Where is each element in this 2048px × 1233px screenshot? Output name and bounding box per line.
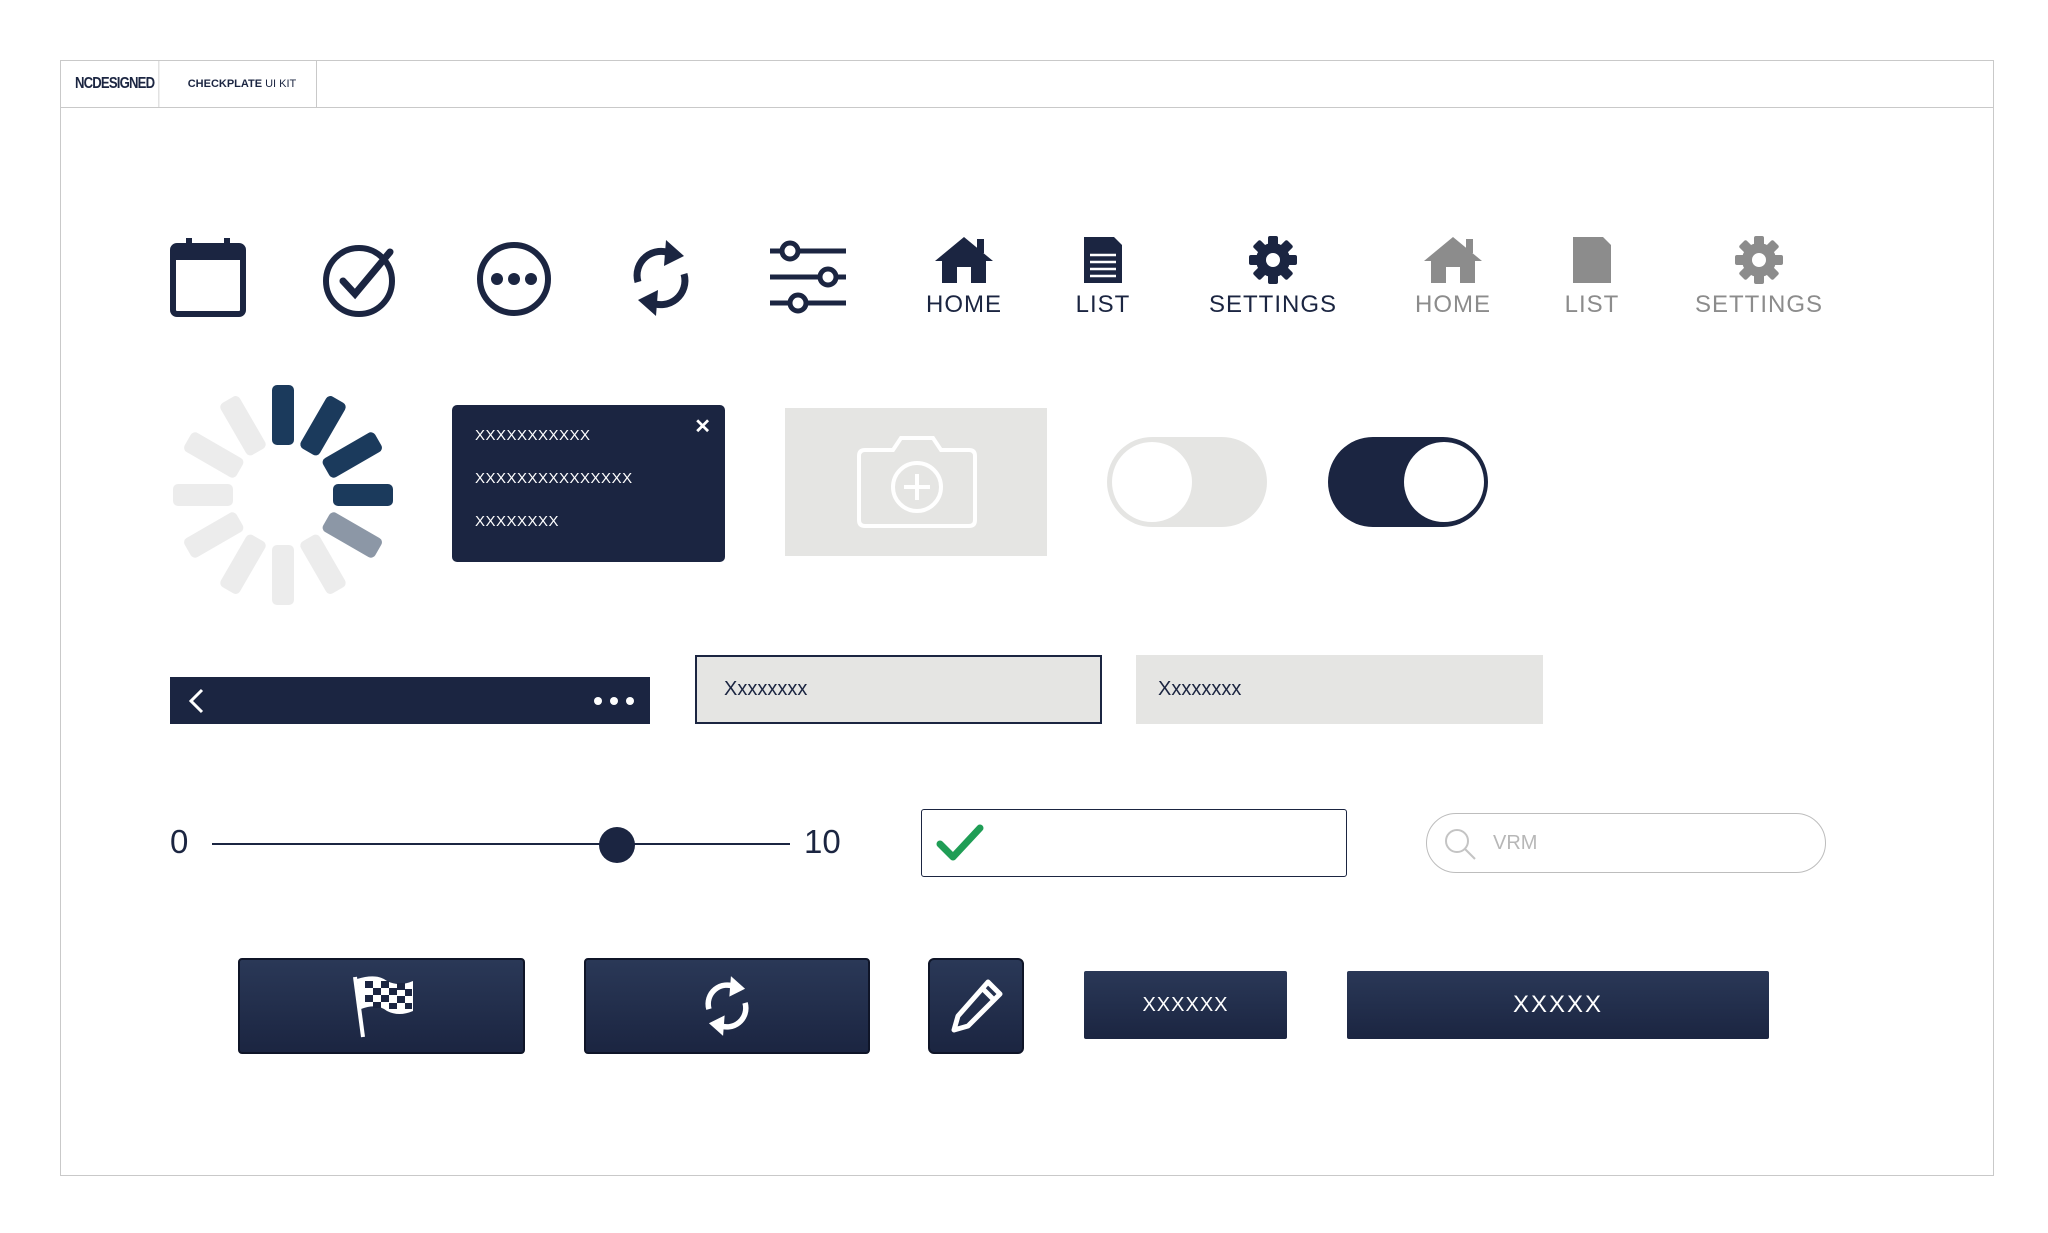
checkmark-icon <box>936 824 984 861</box>
checkered-flag-icon <box>352 976 413 1038</box>
gear-icon[interactable] <box>1734 235 1784 285</box>
nav-home-inactive-label[interactable]: HOME <box>1383 291 1523 319</box>
home-icon[interactable] <box>933 235 995 285</box>
popup-item[interactable]: XXXXXXXX <box>475 513 559 530</box>
pencil-icon <box>951 979 1003 1033</box>
home-icon[interactable] <box>1422 235 1484 285</box>
search-placeholder: VRM <box>1493 831 1538 854</box>
edit-button[interactable] <box>928 958 1024 1054</box>
input-value: Xxxxxxxx <box>724 678 808 700</box>
nav-list-inactive-label[interactable]: LIST <box>1522 291 1662 319</box>
nav-list-label[interactable]: LIST <box>1033 291 1173 319</box>
sliders-icon[interactable] <box>768 238 848 316</box>
calendar-icon[interactable] <box>170 236 246 318</box>
toggle-knob <box>1112 442 1192 522</box>
kit-title: CHECKPLATE UI KIT <box>168 61 317 107</box>
finish-button[interactable] <box>238 958 525 1054</box>
text-input-filled[interactable]: Xxxxxxxx <box>1136 655 1543 724</box>
app-toolbar <box>170 677 650 724</box>
popup-menu: XXXXXXXXXXX XXXXXXXXXXXXXXX XXXXXXXX ✕ <box>452 405 725 562</box>
refresh-icon[interactable] <box>628 236 694 320</box>
search-icon <box>1445 829 1476 860</box>
validated-input[interactable] <box>921 809 1347 877</box>
toggle-on[interactable] <box>1328 437 1488 527</box>
slider-track[interactable] <box>212 843 790 845</box>
slider-min-label: 0 <box>170 823 189 860</box>
nav-home-label[interactable]: HOME <box>894 291 1034 319</box>
close-icon[interactable]: ✕ <box>694 414 711 439</box>
toggle-knob <box>1404 442 1484 522</box>
photo-upload-placeholder[interactable] <box>785 408 1047 556</box>
slider-thumb[interactable] <box>598 827 635 863</box>
wide-action-button[interactable]: XXXXX <box>1347 971 1769 1039</box>
more-horizontal-icon[interactable] <box>593 695 635 707</box>
popup-item[interactable]: XXXXXXXXXXXXXXX <box>475 470 633 487</box>
text-input-outlined[interactable]: Xxxxxxxx <box>695 655 1102 724</box>
toggle-off[interactable] <box>1107 437 1267 527</box>
small-action-button[interactable]: XXXXXX <box>1084 971 1287 1039</box>
check-circle-icon[interactable] <box>322 240 400 318</box>
nav-settings-inactive-label[interactable]: SETTINGS <box>1689 291 1829 319</box>
nav-settings-label[interactable]: SETTINGS <box>1203 291 1343 319</box>
refresh-icon <box>705 976 749 1036</box>
header-bar: NCDESIGNED CHECKPLATE UI KIT <box>61 61 1993 108</box>
brand-logo: NCDESIGNED <box>71 61 160 107</box>
more-circle-icon[interactable] <box>475 240 553 318</box>
input-value: Xxxxxxxx <box>1158 678 1242 700</box>
refresh-button[interactable] <box>584 958 870 1054</box>
chevron-left-icon[interactable] <box>186 687 206 715</box>
slider-max-label: 10 <box>804 823 841 860</box>
search-input[interactable]: VRM <box>1426 813 1826 873</box>
gear-icon[interactable] <box>1248 235 1298 285</box>
popup-item[interactable]: XXXXXXXXXXX <box>475 427 591 444</box>
camera-add-icon <box>857 436 977 528</box>
list-icon[interactable] <box>1082 235 1124 285</box>
list-icon[interactable] <box>1571 235 1613 285</box>
loading-spinner-icon <box>173 385 393 605</box>
